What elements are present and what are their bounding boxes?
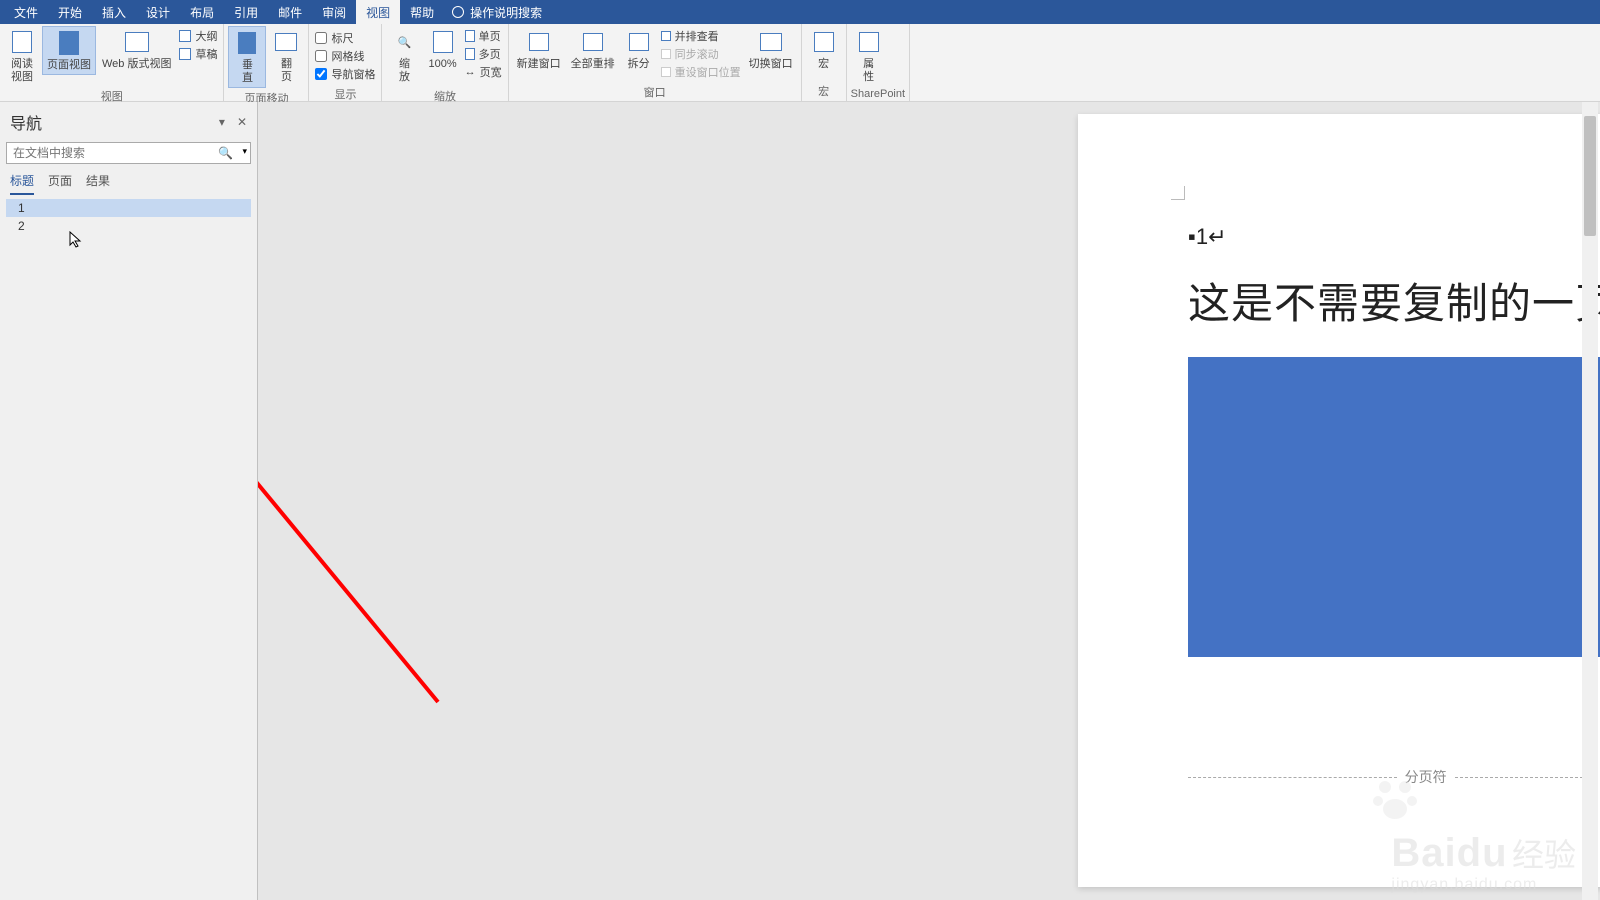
ribbon-group-macros: 宏 宏 xyxy=(802,24,847,101)
properties-button[interactable]: 属 性 xyxy=(851,26,887,86)
menu-references[interactable]: 引用 xyxy=(224,0,268,25)
one-page-icon xyxy=(465,30,475,42)
sync-scroll-button[interactable]: 同步滚动 xyxy=(661,46,741,62)
document-page[interactable]: ▪1↵ 这是不需要复制的一页↵ ↵ ↵ 分页符 ↵ xyxy=(1078,114,1600,887)
menu-layout[interactable]: 布局 xyxy=(180,0,224,25)
ribbon-group-window: 新建窗口 全部重排 拆分 并排查看 同步滚动 重设窗口位置 切换窗口 窗口 xyxy=(509,24,802,101)
multi-page-button[interactable]: 多页 xyxy=(465,46,502,62)
menu-help[interactable]: 帮助 xyxy=(400,0,444,25)
ruler-checkbox[interactable]: 标尺 xyxy=(315,30,375,46)
vertical-scrollbar[interactable] xyxy=(1582,102,1598,900)
menu-review[interactable]: 审阅 xyxy=(312,0,356,25)
outline-icon xyxy=(179,30,191,42)
zoom-100-button[interactable]: 100% xyxy=(424,26,460,73)
heading-text[interactable]: 这是不需要复制的一页↵ xyxy=(1188,270,1600,331)
pawprint-icon xyxy=(1370,775,1420,830)
side-to-side-button[interactable]: 翻 页 xyxy=(268,26,304,86)
reset-window-button[interactable]: 重设窗口位置 xyxy=(661,64,741,80)
reset-window-icon xyxy=(661,67,671,77)
search-dropdown-icon[interactable]: ▾ xyxy=(242,146,247,157)
nav-heading-item[interactable]: 1 xyxy=(6,199,251,217)
menu-mailings[interactable]: 邮件 xyxy=(268,0,312,25)
arrange-all-button[interactable]: 全部重排 xyxy=(567,26,619,73)
side-by-side-button[interactable]: 并排查看 xyxy=(661,28,741,44)
zoom-button[interactable]: 🔍 缩 放 xyxy=(386,26,422,86)
page-width-icon: ↔ xyxy=(465,66,476,78)
one-page-button[interactable]: 单页 xyxy=(465,28,502,44)
new-window-button[interactable]: 新建窗口 xyxy=(513,26,565,73)
show-group-label: 显示 xyxy=(313,84,377,104)
lightbulb-icon xyxy=(452,6,464,18)
nav-tab-headings[interactable]: 标题 xyxy=(10,172,34,195)
draft-view-button[interactable]: 草稿 xyxy=(179,46,217,62)
side-by-side-icon xyxy=(661,31,671,41)
heading-number[interactable]: ▪1↵ xyxy=(1188,224,1600,250)
menu-design[interactable]: 设计 xyxy=(136,0,180,25)
print-layout-button[interactable]: 页面视图 xyxy=(42,26,96,75)
ribbon-group-sharepoint: 属 性 SharePoint xyxy=(847,24,910,101)
nav-tab-results[interactable]: 结果 xyxy=(86,172,110,195)
split-button[interactable]: 拆分 xyxy=(621,26,657,73)
nav-dropdown-icon[interactable]: ▾ xyxy=(219,115,225,129)
ribbon-group-page-movement: 垂 直 翻 页 页面移动 xyxy=(224,24,309,101)
page-width-button[interactable]: ↔页宽 xyxy=(465,64,502,80)
ribbon-group-zoom: 🔍 缩 放 100% 单页 多页 ↔页宽 缩放 xyxy=(382,24,508,101)
scrollbar-thumb[interactable] xyxy=(1584,116,1596,236)
nav-search: 🔍 ▾ xyxy=(6,142,251,164)
outline-view-button[interactable]: 大纲 xyxy=(179,28,217,44)
navigation-pane: 导航 ▾ ✕ 🔍 ▾ 标题 页面 结果 1 2 xyxy=(0,102,258,900)
window-group-label: 窗口 xyxy=(513,82,797,102)
menu-home[interactable]: 开始 xyxy=(48,0,92,25)
magnifier-icon: 🔍 xyxy=(390,28,418,56)
sync-scroll-icon xyxy=(661,49,671,59)
nav-search-input[interactable] xyxy=(6,142,251,164)
tell-me-label: 操作说明搜索 xyxy=(470,4,542,21)
ribbon-group-show: 标尺 网格线 导航窗格 显示 xyxy=(309,24,382,101)
ribbon-group-views: 阅读 视图 页面视图 Web 版式视图 大纲 草稿 视图 xyxy=(0,24,224,101)
nav-heading-item[interactable]: 2 xyxy=(6,217,251,235)
ribbon: 阅读 视图 页面视图 Web 版式视图 大纲 草稿 视图 垂 直 xyxy=(0,24,1600,102)
search-icon[interactable]: 🔍 xyxy=(218,146,233,160)
nav-close-icon[interactable]: ✕ xyxy=(237,115,247,129)
multi-page-icon xyxy=(465,48,475,60)
gridlines-checkbox[interactable]: 网格线 xyxy=(315,48,375,64)
margin-mark-tl xyxy=(1171,186,1185,200)
menu-view[interactable]: 视图 xyxy=(356,0,400,25)
menu-insert[interactable]: 插入 xyxy=(92,0,136,25)
nav-tabs: 标题 页面 结果 xyxy=(0,172,257,199)
menubar: 文件 开始 插入 设计 布局 引用 邮件 审阅 视图 帮助 操作说明搜索 xyxy=(0,0,1600,24)
annotation-arrow xyxy=(258,232,448,732)
web-layout-button[interactable]: Web 版式视图 xyxy=(98,26,175,73)
nav-pane-checkbox[interactable]: 导航窗格 xyxy=(315,66,375,82)
macros-label: 宏 xyxy=(806,81,842,101)
nav-headings-list: 1 2 xyxy=(0,199,257,235)
vertical-button[interactable]: 垂 直 xyxy=(228,26,266,88)
switch-windows-button[interactable]: 切换窗口 xyxy=(745,26,797,73)
reading-view-button[interactable]: 阅读 视图 xyxy=(4,26,40,86)
macros-button[interactable]: 宏 xyxy=(806,26,842,73)
menu-file[interactable]: 文件 xyxy=(4,0,48,25)
sharepoint-label: SharePoint xyxy=(851,86,905,102)
blue-rectangle-shape[interactable] xyxy=(1188,357,1600,657)
main-area: 导航 ▾ ✕ 🔍 ▾ 标题 页面 结果 1 2 xyxy=(0,102,1600,900)
draft-icon xyxy=(179,48,191,60)
tell-me-search[interactable]: 操作说明搜索 xyxy=(452,4,542,21)
nav-tab-pages[interactable]: 页面 xyxy=(48,172,72,195)
nav-pane-title: 导航 xyxy=(10,110,42,134)
